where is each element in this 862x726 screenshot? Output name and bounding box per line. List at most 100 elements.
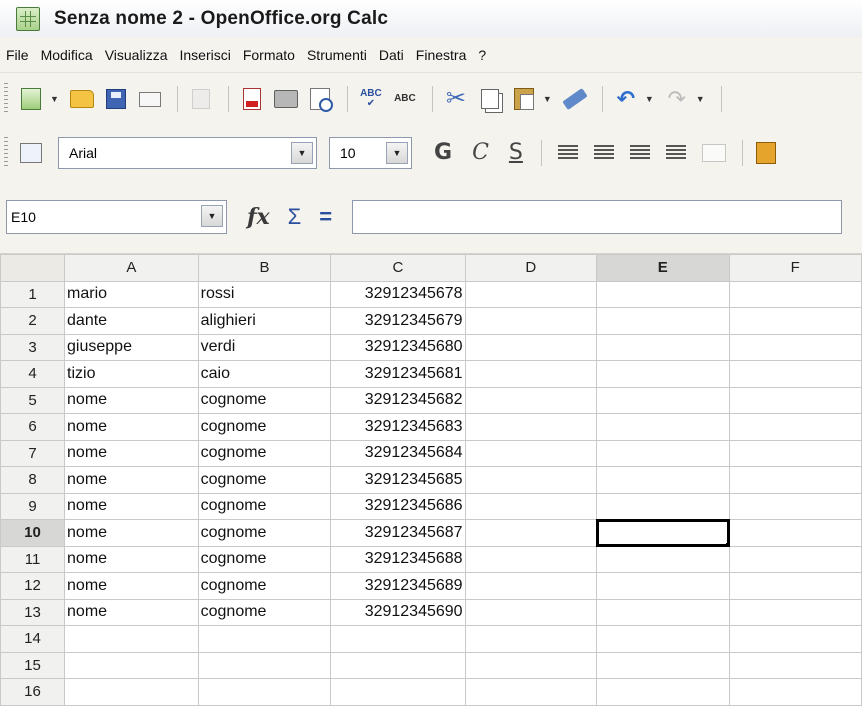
cell-d16[interactable]	[464, 678, 598, 706]
cell-e15[interactable]	[596, 651, 730, 679]
cell-c2[interactable]: 32912345679	[330, 307, 466, 335]
underline-button[interactable]: S	[509, 142, 523, 164]
row-header[interactable]: 2	[0, 307, 66, 335]
cell-b11[interactable]: cognome	[197, 545, 332, 573]
cell-d8[interactable]	[464, 466, 598, 494]
row-header[interactable]: 4	[0, 360, 66, 388]
bold-button[interactable]: G	[434, 142, 452, 164]
row-header[interactable]: 10	[0, 519, 66, 547]
cell-e4[interactable]	[596, 360, 730, 388]
cell-d6[interactable]	[464, 413, 598, 441]
cell-e16[interactable]	[596, 678, 730, 706]
cell-e3[interactable]	[596, 333, 730, 361]
row-header[interactable]: 12	[0, 572, 66, 600]
cell-f14[interactable]	[728, 625, 862, 653]
row-header[interactable]: 9	[0, 492, 66, 520]
cell-f10[interactable]	[728, 519, 862, 547]
cell-b12[interactable]: cognome	[197, 572, 332, 600]
cell-f7[interactable]	[728, 439, 862, 467]
save-button[interactable]	[101, 84, 131, 114]
row-header[interactable]: 7	[0, 439, 66, 467]
row-header[interactable]: 3	[0, 333, 66, 361]
cell-f11[interactable]	[728, 545, 862, 573]
cell-c11[interactable]: 32912345688	[330, 545, 466, 573]
cell-e7[interactable]	[596, 439, 730, 467]
cell-d2[interactable]	[464, 307, 598, 335]
cell-e1[interactable]	[596, 280, 730, 308]
cell-b4[interactable]: caio	[197, 360, 332, 388]
align-left-icon[interactable]	[557, 145, 578, 161]
cell-b10[interactable]: cognome	[197, 519, 332, 547]
cell-b14[interactable]	[197, 625, 332, 653]
menu-visualizza[interactable]: Visualizza	[105, 47, 168, 63]
cell-c4[interactable]: 32912345681	[330, 360, 466, 388]
cell-f4[interactable]	[728, 360, 862, 388]
cell-c7[interactable]: 32912345684	[330, 439, 466, 467]
cell-a1[interactable]: mario	[64, 280, 199, 308]
new-dropdown-arrow[interactable]: ▼	[50, 94, 59, 104]
column-header-e[interactable]: E	[596, 254, 730, 282]
cell-a2[interactable]: dante	[64, 307, 199, 335]
cell-d14[interactable]	[464, 625, 598, 653]
paste-dropdown-arrow[interactable]: ▼	[543, 94, 552, 104]
cell-d4[interactable]	[464, 360, 598, 388]
cell-b8[interactable]: cognome	[197, 466, 332, 494]
cell-b1[interactable]: rossi	[197, 280, 332, 308]
cell-c5[interactable]: 32912345682	[330, 386, 466, 414]
menu-modifica[interactable]: Modifica	[41, 47, 93, 63]
cell-b13[interactable]: cognome	[197, 598, 332, 626]
cell-f12[interactable]	[728, 572, 862, 600]
cell-a11[interactable]: nome	[64, 545, 199, 573]
cell-a7[interactable]: nome	[64, 439, 199, 467]
menu-help[interactable]: ?	[478, 47, 486, 63]
row-header[interactable]: 13	[0, 598, 66, 626]
row-header[interactable]: 1	[0, 280, 66, 308]
open-button[interactable]	[67, 84, 97, 114]
cell-a6[interactable]: nome	[64, 413, 199, 441]
italic-button[interactable]: C	[472, 142, 489, 164]
undo-button[interactable]: ↶	[611, 84, 641, 114]
row-header[interactable]: 14	[0, 625, 66, 653]
print-button[interactable]	[271, 84, 301, 114]
menu-dati[interactable]: Dati	[379, 47, 404, 63]
cell-e9[interactable]	[596, 492, 730, 520]
cell-a10[interactable]: nome	[64, 519, 199, 547]
autospellcheck-button[interactable]: ABC	[390, 84, 420, 114]
page-preview-button[interactable]	[305, 84, 335, 114]
export-pdf-button[interactable]	[237, 84, 267, 114]
cell-f15[interactable]	[728, 651, 862, 679]
currency-button[interactable]	[751, 138, 781, 168]
row-header[interactable]: 16	[0, 678, 66, 706]
cell-c12[interactable]: 32912345689	[330, 572, 466, 600]
cell-a5[interactable]: nome	[64, 386, 199, 414]
cell-b6[interactable]: cognome	[197, 413, 332, 441]
cell-b15[interactable]	[197, 651, 332, 679]
menu-strumenti[interactable]: Strumenti	[307, 47, 367, 63]
cell-d10[interactable]	[464, 519, 598, 547]
cell-c1[interactable]: 32912345678	[330, 280, 466, 308]
cell-a4[interactable]: tizio	[64, 360, 199, 388]
menu-finestra[interactable]: Finestra	[416, 47, 467, 63]
cell-b2[interactable]: alighieri	[197, 307, 332, 335]
menu-formato[interactable]: Formato	[243, 47, 295, 63]
cell-a12[interactable]: nome	[64, 572, 199, 600]
cell-b5[interactable]: cognome	[197, 386, 332, 414]
spellcheck-button[interactable]: ABC ✔	[356, 84, 386, 114]
cell-f9[interactable]	[728, 492, 862, 520]
cell-e11[interactable]	[596, 545, 730, 573]
cell-a3[interactable]: giuseppe	[64, 333, 199, 361]
column-header-d[interactable]: D	[464, 254, 598, 282]
cell-b16[interactable]	[197, 678, 332, 706]
function-icon[interactable]: =	[319, 204, 332, 230]
undo-dropdown-arrow[interactable]: ▼	[645, 94, 654, 104]
cell-e2[interactable]	[596, 307, 730, 335]
name-box-dropdown-button[interactable]: ▼	[201, 205, 223, 227]
cell-e6[interactable]	[596, 413, 730, 441]
formula-input[interactable]	[352, 200, 843, 234]
row-header[interactable]: 8	[0, 466, 66, 494]
cell-d9[interactable]	[464, 492, 598, 520]
cell-d11[interactable]	[464, 545, 598, 573]
cell-f2[interactable]	[728, 307, 862, 335]
select-all-corner[interactable]	[0, 254, 66, 282]
font-name-dropdown-button[interactable]: ▼	[291, 142, 313, 164]
